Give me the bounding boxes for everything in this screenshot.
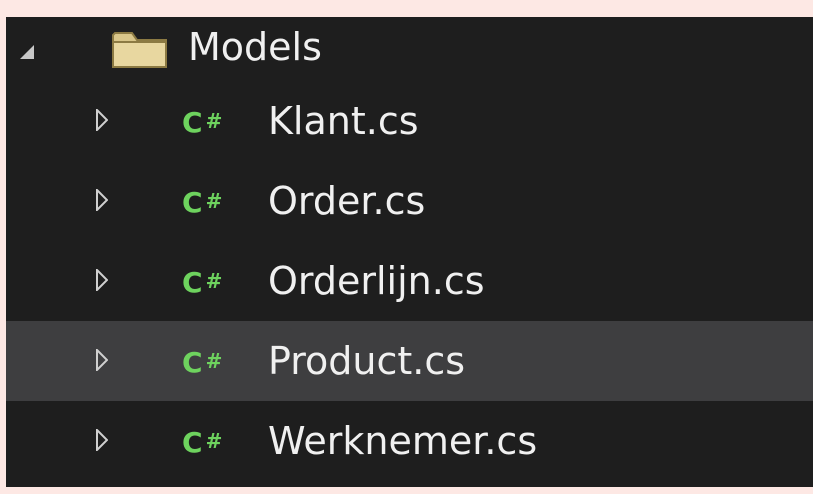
tree-item-klant[interactable]: C # Klant.cs bbox=[6, 81, 813, 161]
solution-explorer-panel: Models C # Klant.cs C # Order.cs C # Orderl… bbox=[6, 17, 813, 487]
tree-item-orderlijn[interactable]: C # Orderlijn.cs bbox=[6, 241, 813, 321]
collapsed-triangle-icon[interactable] bbox=[96, 189, 108, 211]
tree-item-order[interactable]: C # Order.cs bbox=[6, 161, 813, 241]
file-label: Orderlijn.cs bbox=[268, 259, 485, 303]
tree-item-product[interactable]: C # Product.cs bbox=[6, 321, 813, 401]
collapsed-triangle-icon[interactable] bbox=[96, 109, 108, 131]
tree-item-werknemer[interactable]: C # Werknemer.cs bbox=[6, 401, 813, 481]
csharp-file-icon: C # bbox=[182, 106, 224, 139]
file-label: Klant.cs bbox=[268, 99, 419, 143]
file-label: Product.cs bbox=[268, 339, 466, 383]
folder-label: Models bbox=[188, 25, 322, 69]
csharp-file-icon: C # bbox=[182, 186, 224, 219]
csharp-file-icon: C # bbox=[182, 346, 224, 379]
file-label: Order.cs bbox=[268, 179, 426, 223]
tree-item-models-folder[interactable]: Models bbox=[6, 17, 813, 81]
collapsed-triangle-icon[interactable] bbox=[96, 429, 108, 451]
collapsed-triangle-icon[interactable] bbox=[96, 349, 108, 371]
csharp-file-icon: C # bbox=[182, 426, 224, 459]
file-label: Werknemer.cs bbox=[268, 419, 538, 463]
expanded-triangle-icon[interactable] bbox=[20, 45, 34, 59]
collapsed-triangle-icon[interactable] bbox=[96, 269, 108, 291]
folder-icon bbox=[110, 27, 170, 73]
csharp-file-icon: C # bbox=[182, 266, 224, 299]
